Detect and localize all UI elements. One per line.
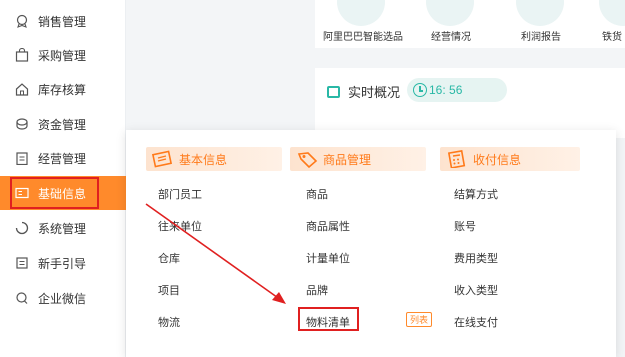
loading-icon bbox=[15, 221, 29, 235]
business-status-icon[interactable] bbox=[426, 0, 474, 26]
chat-icon bbox=[15, 291, 29, 305]
sidebar-item-operations[interactable]: 经营管理 bbox=[0, 141, 126, 175]
sidebar-item-label: 资金管理 bbox=[38, 117, 87, 132]
house-icon bbox=[15, 82, 29, 96]
sidebar-item-label: 库存核算 bbox=[38, 82, 87, 97]
sidebar-item-funds[interactable]: 资金管理 bbox=[0, 107, 126, 141]
sidebar-item-purchase[interactable]: 采购管理 bbox=[0, 38, 126, 72]
clipboard-icon bbox=[15, 151, 29, 166]
guide-icon bbox=[15, 256, 29, 270]
annotation-arrow bbox=[145, 203, 286, 304]
highlight-box bbox=[10, 177, 99, 209]
monitor-icon bbox=[327, 85, 340, 98]
quick-label[interactable]: 阿里巴巴智能选品 bbox=[323, 28, 403, 43]
sidebar-item-label: 销售管理 bbox=[38, 14, 87, 29]
time-badge: 16: 56 bbox=[407, 78, 507, 102]
sidebar-item-wechat[interactable]: 企业微信 bbox=[0, 281, 126, 315]
realtime-card: 实时概况 16: 56 bbox=[315, 68, 625, 138]
sidebar-item-label: 系统管理 bbox=[38, 221, 87, 236]
money-icon bbox=[15, 117, 29, 131]
basic-info-menu: 基本信息 部门员工 往来单位 仓库 项目 物流 商品管理 商品 商品属性 计量单… bbox=[126, 130, 616, 357]
sidebar-item-inventory[interactable]: 库存核算 bbox=[0, 72, 126, 106]
bag-icon bbox=[15, 47, 29, 62]
trophy-icon bbox=[15, 14, 29, 28]
sidebar-item-guide[interactable]: 新手引导 bbox=[0, 246, 126, 280]
sidebar-item-sales[interactable]: 销售管理 bbox=[0, 4, 126, 38]
quick-label[interactable]: 经营情况 bbox=[431, 28, 471, 43]
sidebar-item-label: 经营管理 bbox=[38, 151, 87, 166]
goods-icon[interactable] bbox=[599, 0, 625, 26]
sidebar-item-label: 采购管理 bbox=[38, 48, 87, 63]
quick-access-bar: 阿里巴巴智能选品 经营情况 利润报告 铁货 bbox=[315, 0, 625, 48]
quick-label[interactable]: 利润报告 bbox=[521, 28, 561, 43]
realtime-title: 实时概况 bbox=[327, 82, 400, 101]
clock-icon bbox=[413, 83, 427, 97]
profit-report-icon[interactable] bbox=[516, 0, 564, 26]
alibaba-select-icon[interactable] bbox=[337, 0, 385, 26]
sidebar-item-label: 新手引导 bbox=[38, 256, 87, 271]
sidebar-item-label: 企业微信 bbox=[38, 291, 87, 306]
quick-label[interactable]: 铁货 bbox=[602, 28, 622, 43]
sidebar-item-system[interactable]: 系统管理 bbox=[0, 211, 126, 245]
